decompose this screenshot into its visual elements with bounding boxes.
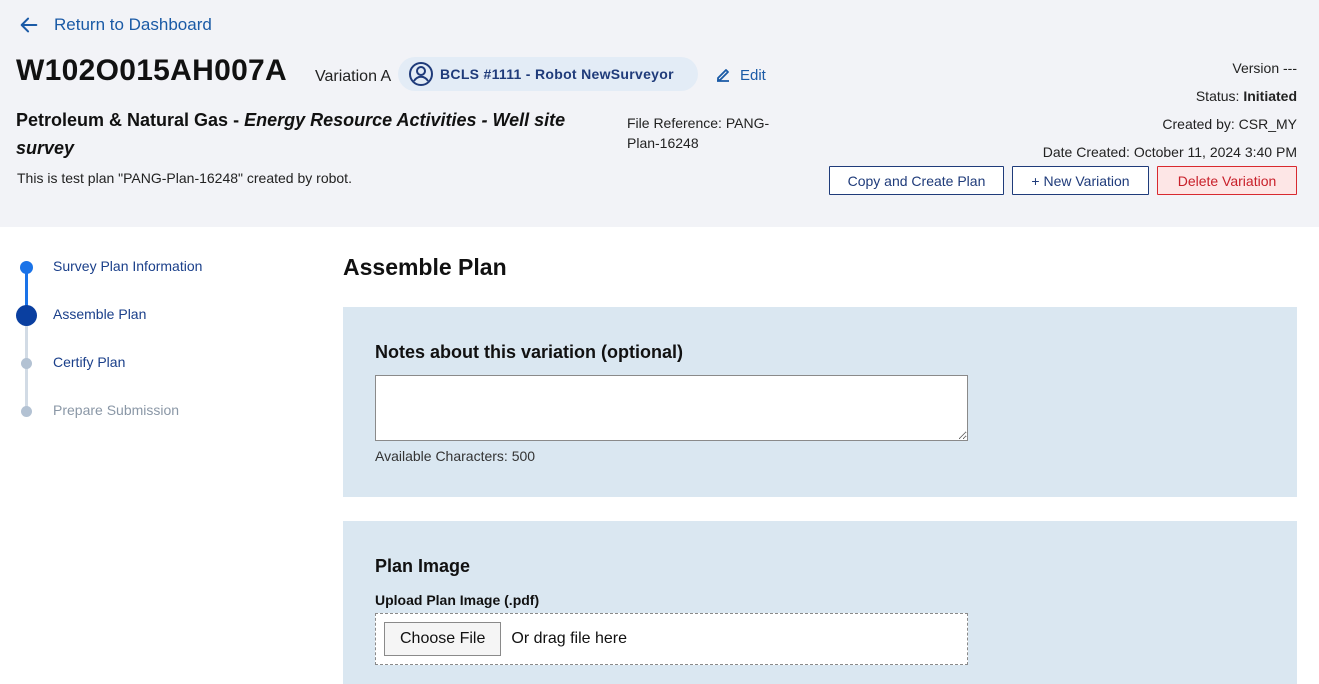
- copy-and-create-plan-button[interactable]: Copy and Create Plan: [829, 166, 1004, 195]
- step-survey-plan-information[interactable]: Survey Plan Information: [0, 252, 300, 282]
- step-label: Prepare Submission: [53, 402, 180, 418]
- step-completed-dot: [20, 261, 33, 274]
- available-characters: Available Characters: 500: [375, 448, 536, 464]
- file-reference: File Reference: PANG-Plan-16248: [627, 115, 770, 151]
- return-to-dashboard-link[interactable]: Return to Dashboard: [18, 14, 212, 36]
- surveyor-name: BCLS #1111 - Robot NewSurveyor: [440, 66, 674, 82]
- return-to-dashboard-label: Return to Dashboard: [54, 15, 212, 34]
- step-disabled-dot: [21, 406, 32, 417]
- plan-header: Return to Dashboard W102O015AH007A Varia…: [0, 0, 1319, 227]
- created-by: Created by: CSR_MY: [1162, 116, 1297, 132]
- variation-label: Variation A: [315, 68, 392, 85]
- surveyor-chip: BCLS #1111 - Robot NewSurveyor: [398, 57, 698, 91]
- edit-label: Edit: [740, 66, 766, 84]
- step-certify-plan[interactable]: Certify Plan: [0, 348, 300, 378]
- notes-title: Notes about this variation (optional): [375, 342, 684, 362]
- file-dropzone[interactable]: Choose File Or drag file here: [375, 613, 968, 665]
- step-upcoming-dot: [21, 358, 32, 369]
- page-title: Assemble Plan: [343, 254, 507, 280]
- plan-image-title: Plan Image: [375, 556, 471, 576]
- version-value: ---: [1283, 60, 1297, 76]
- delete-variation-button[interactable]: Delete Variation: [1157, 166, 1297, 195]
- status-line: Status: Initiated: [1195, 88, 1297, 104]
- notes-textarea[interactable]: [375, 375, 968, 441]
- date-created: Date Created: October 11, 2024 3:40 PM: [1042, 144, 1297, 160]
- plan-type-category: Petroleum & Natural Gas -: [16, 110, 245, 130]
- plan-id: W102O015AH007A: [16, 54, 288, 87]
- notes-panel: Notes about this variation (optional) Av…: [343, 307, 1297, 497]
- choose-file-button[interactable]: Choose File: [384, 622, 502, 656]
- step-label: Survey Plan Information: [53, 258, 203, 274]
- step-label: Assemble Plan: [53, 306, 147, 322]
- arrow-left-icon: [20, 17, 38, 33]
- version-line: Version ---: [1232, 60, 1297, 76]
- plan-description: This is test plan "PANG-Plan-16248" crea…: [17, 170, 352, 186]
- step-current-dot: [16, 305, 37, 326]
- status-value: Initiated: [1243, 88, 1297, 104]
- new-variation-button[interactable]: + New Variation: [1012, 166, 1149, 195]
- drag-file-text: Or drag file here: [511, 630, 627, 647]
- step-assemble-plan[interactable]: Assemble Plan: [0, 300, 300, 330]
- edit-surveyor-link[interactable]: Edit: [714, 66, 766, 84]
- step-prepare-submission: Prepare Submission: [0, 396, 300, 426]
- plan-image-panel: Plan Image Upload Plan Image (.pdf) Choo…: [343, 521, 1297, 684]
- plan-type: Petroleum & Natural Gas - Energy Resourc…: [16, 106, 576, 162]
- plan-meta: Version --- Status: Initiated Created by…: [1043, 54, 1297, 166]
- user-icon: [409, 62, 433, 86]
- step-label: Certify Plan: [53, 354, 126, 370]
- upload-plan-image-label: Upload Plan Image (.pdf): [375, 592, 540, 608]
- pencil-icon: [717, 69, 729, 82]
